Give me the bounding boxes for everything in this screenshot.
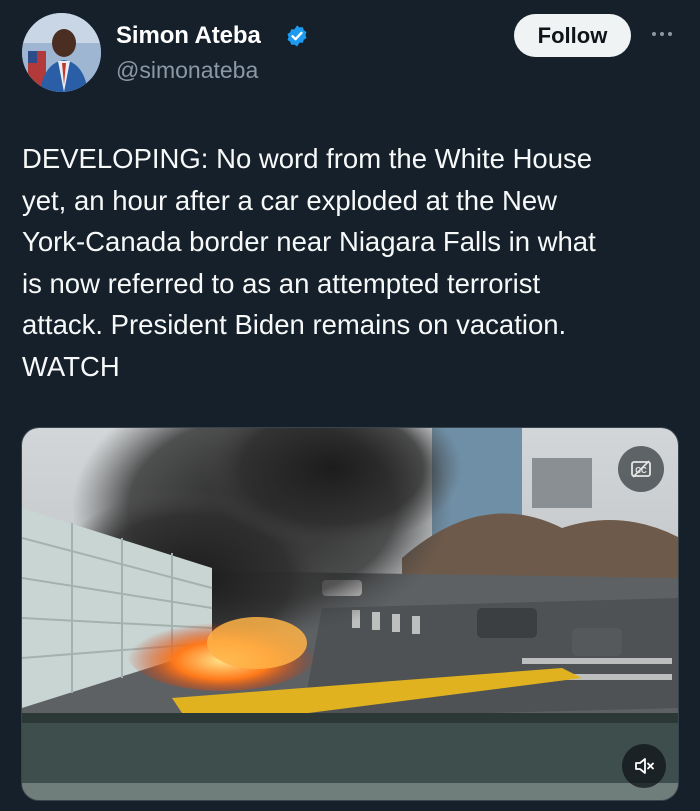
video-player[interactable]: CC: [21, 427, 679, 801]
avatar[interactable]: [22, 13, 101, 92]
author-handle[interactable]: @simonateba: [116, 56, 258, 84]
author-display-name[interactable]: Simon Ateba: [116, 21, 261, 51]
follow-button[interactable]: Follow: [514, 14, 631, 57]
tweet-text: DEVELOPING: No word from the White House…: [22, 143, 596, 382]
more-options-icon[interactable]: [647, 22, 677, 46]
mute-icon[interactable]: [622, 744, 666, 788]
video-frame: [22, 428, 678, 800]
captions-icon[interactable]: CC: [618, 446, 664, 492]
verified-badge-icon: [285, 24, 309, 48]
avatar-image: [22, 13, 101, 92]
